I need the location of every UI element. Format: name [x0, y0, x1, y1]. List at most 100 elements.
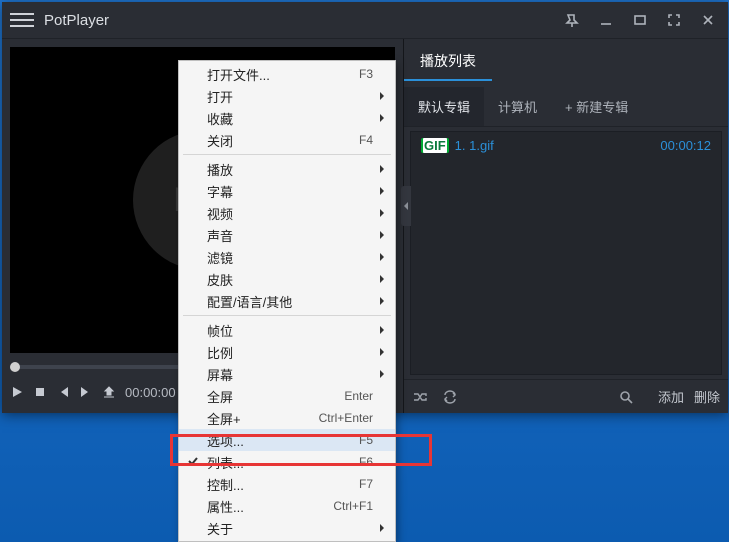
- playlist-item-name: 1. 1.gif: [455, 138, 661, 153]
- tab-playlist[interactable]: 播放列表: [404, 43, 492, 81]
- menu-item-label: 比例: [207, 343, 373, 362]
- menu-item-label: 打开文件...: [207, 65, 351, 84]
- submenu-arrow-icon: [373, 89, 385, 104]
- gif-icon: GIF: [421, 138, 449, 153]
- menu-item-accelerator: F3: [359, 67, 373, 81]
- submenu-arrow-icon: [373, 345, 385, 360]
- menu-item-label: 帧位: [207, 321, 373, 340]
- close-icon[interactable]: [700, 12, 716, 28]
- minimize-icon[interactable]: [598, 12, 614, 28]
- menu-separator: [183, 154, 391, 155]
- menu-item-accelerator: Enter: [344, 389, 373, 403]
- playlist-panel: 播放列表 默认专辑 计算机 + 新建专辑 GIF 1. 1.gif 00:00:…: [404, 39, 728, 413]
- stop-icon[interactable]: [33, 385, 47, 399]
- window-buttons: [564, 12, 716, 28]
- menu-item[interactable]: 视频: [179, 202, 395, 224]
- menu-item-accelerator: Ctrl+Enter: [319, 411, 373, 425]
- menu-item[interactable]: 屏幕: [179, 363, 395, 385]
- menu-item-label: 视频: [207, 204, 373, 223]
- fullscreen-icon[interactable]: [666, 12, 682, 28]
- playlist-list[interactable]: GIF 1. 1.gif 00:00:12: [410, 131, 722, 375]
- menu-item[interactable]: 关闭F4: [179, 129, 395, 151]
- maximize-icon[interactable]: [632, 12, 648, 28]
- delete-button[interactable]: 删除: [694, 387, 720, 406]
- menu-item-label: 属性...: [207, 497, 325, 516]
- menu-item[interactable]: 滤镜: [179, 246, 395, 268]
- submenu-arrow-icon: [373, 228, 385, 243]
- menu-item-label: 选项...: [207, 431, 351, 450]
- repeat-icon[interactable]: [442, 389, 458, 405]
- menu-item[interactable]: 比例: [179, 341, 395, 363]
- menu-item[interactable]: 帧位: [179, 319, 395, 341]
- menu-item-label: 屏幕: [207, 365, 373, 384]
- menu-item-label: 字幕: [207, 182, 373, 201]
- menu-item[interactable]: 关于: [179, 517, 395, 539]
- menu-item-accelerator: Ctrl+F1: [333, 499, 373, 513]
- menu-item-label: 滤镜: [207, 248, 373, 267]
- menu-item[interactable]: 控制... F7: [179, 473, 395, 495]
- menu-item-label: 收藏: [207, 109, 373, 128]
- submenu-arrow-icon: [373, 250, 385, 265]
- search-icon[interactable]: [618, 389, 634, 405]
- submenu-arrow-icon: [373, 367, 385, 382]
- menu-item[interactable]: 全屏 Enter: [179, 385, 395, 407]
- menu-item-label: 关于: [207, 519, 373, 538]
- album-tabs: 默认专辑 计算机 + 新建专辑: [404, 87, 728, 127]
- play-icon[interactable]: [10, 385, 24, 399]
- check-icon: [187, 455, 201, 469]
- submenu-arrow-icon: [373, 111, 385, 126]
- menu-item[interactable]: 选项... F5: [179, 429, 395, 451]
- menu-item-label: 配置/语言/其他: [207, 292, 373, 311]
- submenu-arrow-icon: [373, 294, 385, 309]
- menu-item[interactable]: 打开文件... F3: [179, 63, 395, 85]
- playlist-tabs: 播放列表: [404, 39, 728, 81]
- menu-separator: [183, 315, 391, 316]
- menu-icon[interactable]: [10, 8, 34, 32]
- submenu-arrow-icon: [373, 323, 385, 338]
- playlist-item[interactable]: GIF 1. 1.gif 00:00:12: [411, 132, 721, 159]
- playlist-item-duration: 00:00:12: [660, 138, 711, 153]
- menu-item[interactable]: 收藏: [179, 107, 395, 129]
- menu-item[interactable]: 声音: [179, 224, 395, 246]
- panel-collapse-handle[interactable]: [401, 186, 411, 226]
- menu-item[interactable]: 配置/语言/其他: [179, 290, 395, 312]
- album-new[interactable]: + 新建专辑: [551, 87, 642, 126]
- seek-knob[interactable]: [10, 362, 20, 372]
- context-menu[interactable]: 打开文件... F3 打开收藏关闭F4 播放字幕视频声音滤镜皮肤配置/语言/其他帧位比…: [178, 60, 396, 542]
- album-computer[interactable]: 计算机: [484, 87, 551, 126]
- prev-icon[interactable]: [56, 385, 70, 399]
- pin-icon[interactable]: [564, 12, 580, 28]
- add-button[interactable]: 添加: [658, 387, 684, 406]
- menu-item[interactable]: 打开: [179, 85, 395, 107]
- titlebar: PotPlayer: [2, 2, 728, 38]
- shuffle-icon[interactable]: [412, 389, 428, 405]
- menu-item-label: 打开: [207, 87, 373, 106]
- album-default[interactable]: 默认专辑: [404, 87, 484, 126]
- menu-item-accelerator: F5: [359, 433, 373, 447]
- menu-item[interactable]: 播放: [179, 158, 395, 180]
- menu-item[interactable]: 字幕: [179, 180, 395, 202]
- current-time: 00:00:00: [125, 385, 176, 400]
- menu-item-label: 皮肤: [207, 270, 373, 289]
- menu-item-label: 全屏+: [207, 409, 311, 428]
- app-title: PotPlayer: [44, 12, 564, 29]
- menu-item-label: 全屏: [207, 387, 336, 406]
- menu-item-accelerator: F4: [359, 133, 373, 147]
- playlist-footer: 添加 删除: [404, 379, 728, 413]
- menu-item[interactable]: 属性... Ctrl+F1: [179, 495, 395, 517]
- submenu-arrow-icon: [373, 272, 385, 287]
- submenu-arrow-icon: [373, 521, 385, 536]
- menu-item[interactable]: 皮肤: [179, 268, 395, 290]
- menu-item-label: 控制...: [207, 475, 351, 494]
- menu-item-accelerator: F7: [359, 477, 373, 491]
- menu-item-label: 播放: [207, 160, 373, 179]
- submenu-arrow-icon: [373, 206, 385, 221]
- menu-item-label: 列表...: [207, 453, 351, 472]
- menu-item[interactable]: 全屏+ Ctrl+Enter: [179, 407, 395, 429]
- open-icon[interactable]: [102, 385, 116, 399]
- menu-item[interactable]: 列表...F6: [179, 451, 395, 473]
- next-icon[interactable]: [79, 385, 93, 399]
- submenu-arrow-icon: [373, 162, 385, 177]
- submenu-arrow-icon: [373, 184, 385, 199]
- menu-item-label: 声音: [207, 226, 373, 245]
